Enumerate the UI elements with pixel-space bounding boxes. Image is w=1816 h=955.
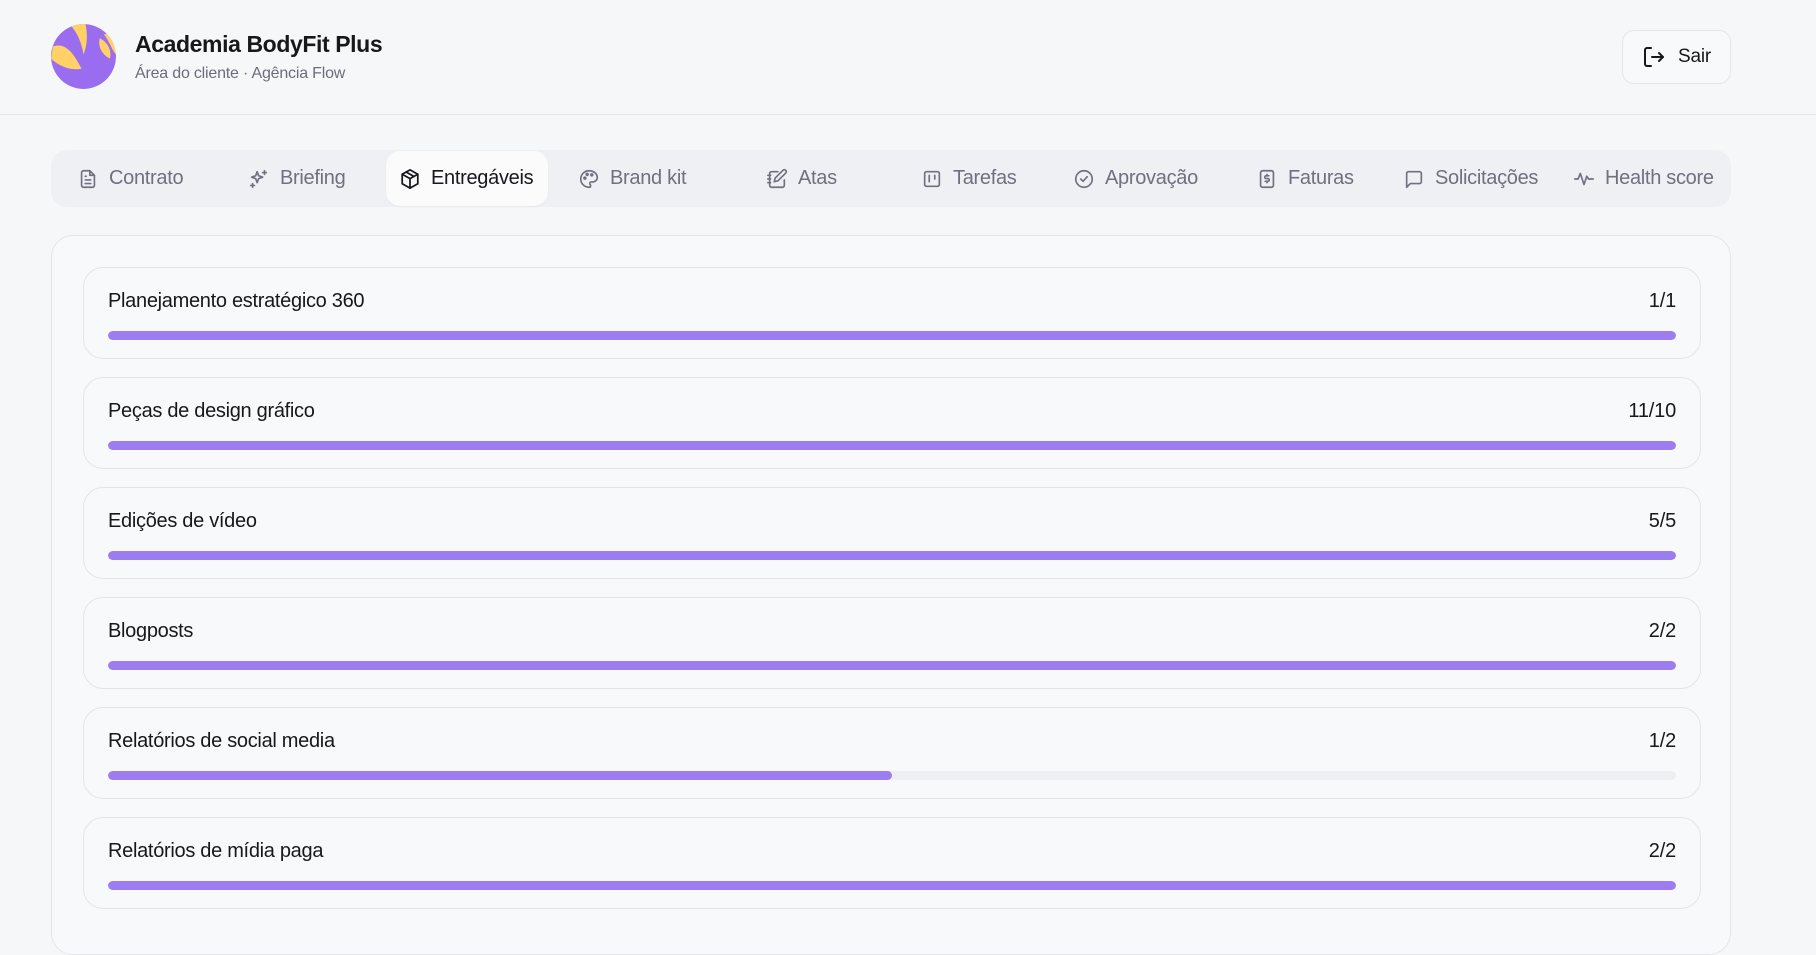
progress-track [108, 881, 1676, 890]
tab-briefing[interactable]: Briefing [248, 150, 346, 207]
tab-label: Atas [798, 167, 837, 189]
deliverable-name: Peças de design gráfico [108, 400, 315, 422]
progress-fill [108, 551, 1676, 560]
deliverable-name: Relatórios de mídia paga [108, 840, 324, 862]
tab-solicitacoes[interactable]: Solicitações [1403, 150, 1538, 207]
tab-label: Brand kit [610, 167, 687, 189]
tab-bar: Contrato Briefing Entregáveis Brand kit … [51, 150, 1731, 207]
package-icon [401, 168, 419, 189]
deliverable-item: Planejamento estratégico 360 1/1 [83, 267, 1701, 359]
tab-contrato[interactable]: Contrato [77, 150, 184, 207]
deliverable-count: 5/5 [1648, 510, 1676, 532]
tab-health-score[interactable]: Health score [1573, 150, 1714, 207]
deliverable-name: Edições de vídeo [108, 510, 257, 532]
deliverable-item: Peças de design gráfico 11/10 [83, 377, 1701, 469]
deliverable-count: 11/10 [1628, 400, 1676, 422]
activity-icon [1574, 172, 1594, 185]
tab-label: Entregáveis [431, 167, 534, 189]
progress-track [108, 551, 1676, 560]
palette-icon [580, 169, 599, 188]
deliverables-panel: Planejamento estratégico 360 1/1 Peças d… [51, 235, 1731, 955]
progress-fill [108, 771, 892, 780]
progress-fill [108, 441, 1676, 450]
tab-label: Contrato [109, 167, 184, 189]
tab-label: Briefing [280, 167, 346, 189]
deliverable-count: 1/1 [1648, 290, 1676, 312]
log-out-icon [1644, 47, 1664, 67]
progress-track [108, 771, 1676, 780]
brand-name: Academia BodyFit Plus [135, 31, 383, 57]
tab-atas[interactable]: Atas [766, 150, 837, 207]
tab-label: Aprovação [1105, 167, 1198, 189]
tab-label: Solicitações [1435, 167, 1539, 189]
deliverable-name: Planejamento estratégico 360 [108, 290, 365, 312]
deliverable-item: Relatórios de social media 1/2 [83, 707, 1701, 799]
check-circle-icon [1074, 169, 1094, 188]
sparkles-icon [249, 169, 268, 188]
tab-label: Tarefas [953, 167, 1017, 189]
tab-label: Faturas [1288, 167, 1354, 189]
deliverable-item: Edições de vídeo 5/5 [83, 487, 1701, 579]
brand-logo [51, 24, 116, 89]
deliverable-item: Blogposts 2/2 [83, 597, 1701, 689]
tab-brand-kit[interactable]: Brand kit [578, 150, 687, 207]
progress-fill [108, 881, 1676, 890]
deliverable-name: Blogposts [108, 620, 194, 642]
deliverable-count: 2/2 [1648, 840, 1676, 862]
tab-aprovacao[interactable]: Aprovação [1073, 150, 1198, 207]
tab-faturas[interactable]: Faturas [1256, 150, 1354, 207]
notebook-pen-icon [767, 168, 788, 188]
progress-fill [108, 661, 1676, 670]
message-square-icon [1405, 170, 1423, 188]
tab-tarefas[interactable]: Tarefas [921, 150, 1017, 207]
logout-button[interactable]: Sair [1622, 30, 1731, 84]
kanban-icon [923, 170, 941, 187]
progress-track [108, 441, 1676, 450]
progress-track [108, 661, 1676, 670]
progress-track [108, 331, 1676, 340]
app-header: Academia BodyFit Plus Área do cliente · … [0, 0, 1816, 115]
brand-subtitle: Área do cliente · Agência Flow [135, 65, 346, 82]
deliverable-count: 2/2 [1648, 620, 1676, 642]
progress-fill [108, 331, 1676, 340]
tab-label: Health score [1605, 167, 1714, 189]
logout-label: Sair [1678, 46, 1711, 67]
tab-entregaveis[interactable]: Entregáveis [386, 151, 548, 206]
file-icon [80, 169, 96, 188]
deliverable-item: Relatórios de mídia paga 2/2 [83, 817, 1701, 909]
deliverable-name: Relatórios de social media [108, 730, 335, 752]
deliverable-count: 1/2 [1648, 730, 1676, 752]
receipt-dollar-icon [1259, 169, 1275, 188]
